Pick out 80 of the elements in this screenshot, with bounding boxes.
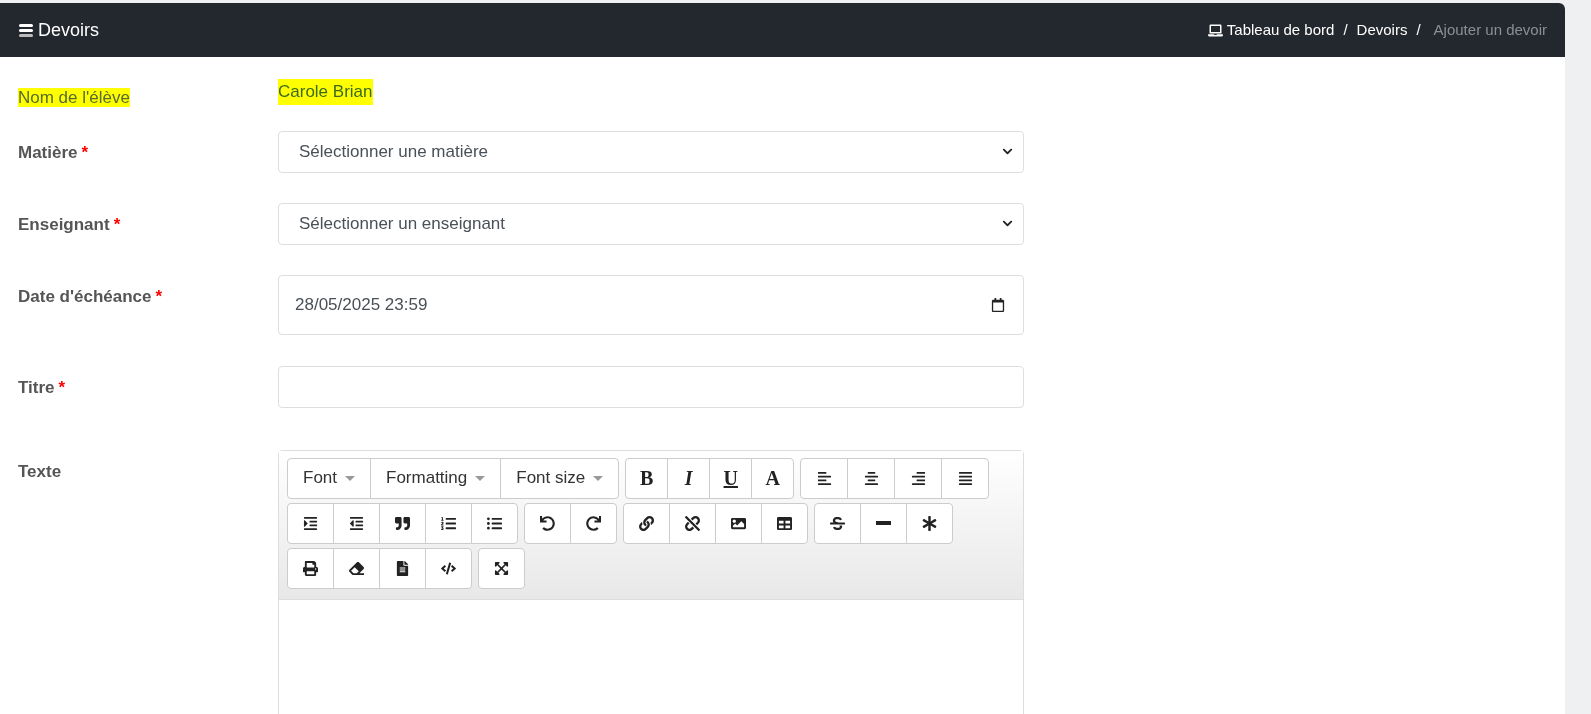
eraser-icon [349,560,364,576]
strikethrough-icon [830,515,845,531]
outdent-icon [349,515,364,531]
toolbar-button[interactable] [669,502,716,544]
select-field[interactable]: Sélectionner un enseignant [278,202,1024,245]
page-title: Devoirs [38,18,99,42]
toolbar-button[interactable] [894,457,943,499]
undo-icon [540,515,555,531]
required-mark: * [113,213,121,236]
table-icon [777,515,792,531]
unlink-icon [685,515,700,531]
input-field[interactable] [278,365,1024,408]
required-mark: * [81,141,89,164]
toolbar-button[interactable] [860,502,907,544]
toolbar-button[interactable] [941,457,990,499]
breadcrumb-link[interactable]: Tableau de bord [1226,18,1335,42]
toolbar-button[interactable] [814,502,861,544]
toolbar-button[interactable] [570,502,617,544]
toolbar-button[interactable] [761,502,808,544]
dropdown-button[interactable]: Formatting [370,457,502,499]
caret-icon [475,475,486,481]
document-icon [395,560,410,576]
caret-icon [345,475,356,481]
toolbar-button[interactable] [471,502,518,544]
quote-icon [395,515,410,531]
expand-icon [494,560,509,576]
field-label: Matière [18,141,78,164]
toolbar-button[interactable] [478,547,525,589]
dropdown-button[interactable]: Font [287,457,372,499]
numbered-list-icon [441,515,456,531]
image-icon [731,515,746,531]
caret-icon [593,475,604,481]
toolbar-button[interactable] [287,502,334,544]
toolbar-button[interactable] [623,502,670,544]
calendar-icon [991,297,1005,312]
format-button[interactable]: A [751,457,795,499]
required-mark: * [58,376,66,399]
student-name: Carole Brian [278,79,373,105]
toolbar-button[interactable] [715,502,762,544]
format-button[interactable]: B [625,457,669,499]
stack-icon [18,22,34,38]
breadcrumb-separator: / [1416,19,1421,40]
toolbar-button[interactable] [847,457,896,499]
align-left-icon [816,470,832,486]
field-label: Nom de l'élève [18,88,130,107]
toolbar-button[interactable] [333,547,380,589]
print-icon [303,560,318,576]
asterisk-icon [922,515,937,531]
chevron-down-icon [1002,218,1013,229]
field-label: Date d'échéance [18,285,152,308]
breadcrumb-link[interactable]: Devoirs [1356,18,1408,42]
required-mark: * [155,285,163,308]
align-right-icon [910,470,926,486]
bullet-list-icon [487,515,502,531]
toolbar-button[interactable] [287,547,334,589]
redo-icon [586,515,601,531]
align-center-icon [863,470,879,486]
toolbar-button[interactable] [524,502,571,544]
chevron-down-icon [1002,146,1013,157]
toolbar-button[interactable] [379,547,426,589]
link-icon [639,515,654,531]
toolbar-button[interactable] [379,502,426,544]
toolbar-button[interactable] [906,502,953,544]
field-label: Enseignant [18,213,110,236]
toolbar-button[interactable] [425,502,472,544]
indent-icon [303,515,318,531]
date-time-field[interactable]: 28/05/2025 23:59 [278,274,1024,335]
field-label: Titre [18,376,55,399]
breadcrumb-current: Ajouter un devoir [1433,19,1547,40]
code-icon [441,560,456,576]
align-justify-icon [957,470,973,486]
dropdown-button[interactable]: Font size [500,457,620,499]
format-button[interactable]: I [667,457,711,499]
field-label: Texte [18,460,62,483]
format-button[interactable]: U [709,457,753,499]
toolbar-button[interactable] [333,502,380,544]
select-field[interactable]: Sélectionner une matière [278,130,1024,173]
toolbar-button[interactable] [425,547,472,589]
toolbar-button[interactable] [800,457,849,499]
breadcrumb-separator: / [1343,19,1348,40]
